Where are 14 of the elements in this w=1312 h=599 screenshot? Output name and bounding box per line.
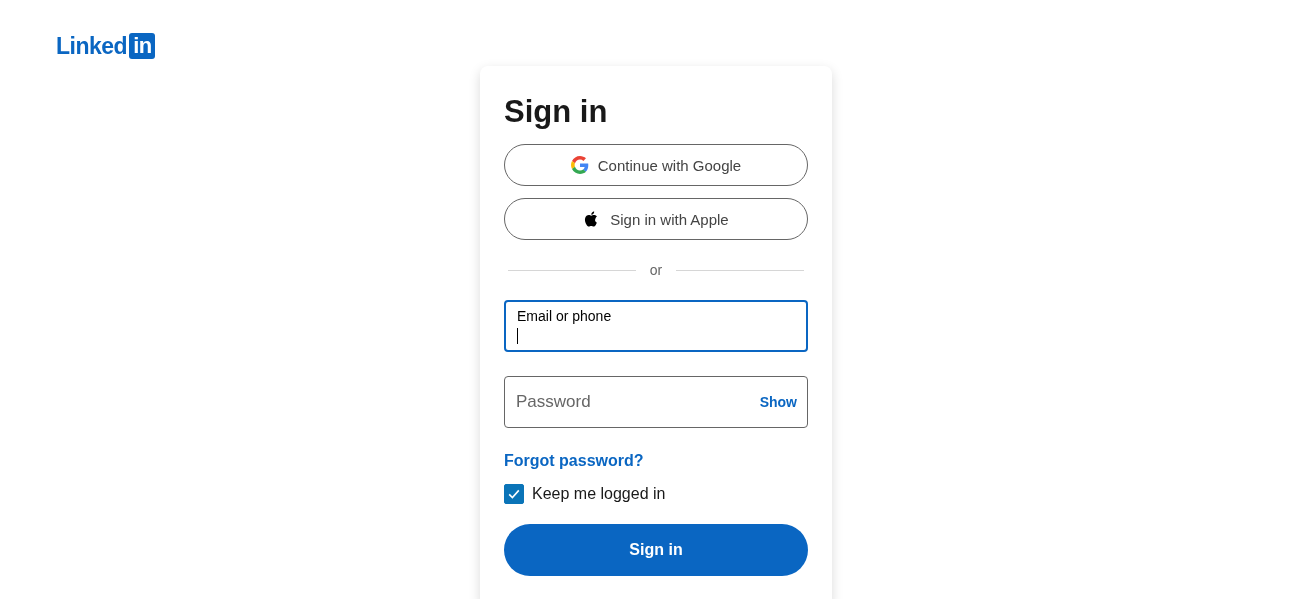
email-field[interactable]: Email or phone xyxy=(504,300,808,352)
page-title: Sign in xyxy=(504,93,609,131)
show-password-button[interactable]: Show xyxy=(759,394,797,410)
google-icon xyxy=(570,156,589,174)
divider-label: or xyxy=(649,262,663,278)
checkbox-label: Keep me logged in xyxy=(532,485,666,503)
apple-sign-in-button[interactable]: Sign in with Apple xyxy=(504,198,808,240)
password-field[interactable]: Password Show xyxy=(504,376,808,428)
sign-in-button[interactable]: Sign in xyxy=(504,524,808,576)
logo-text: Linked xyxy=(56,32,128,60)
forgot-password-link[interactable]: Forgot password? xyxy=(504,452,644,470)
logo-badge: in xyxy=(129,33,155,59)
google-sign-in-button[interactable]: Continue with Google xyxy=(504,144,808,186)
checkbox[interactable] xyxy=(504,484,524,504)
